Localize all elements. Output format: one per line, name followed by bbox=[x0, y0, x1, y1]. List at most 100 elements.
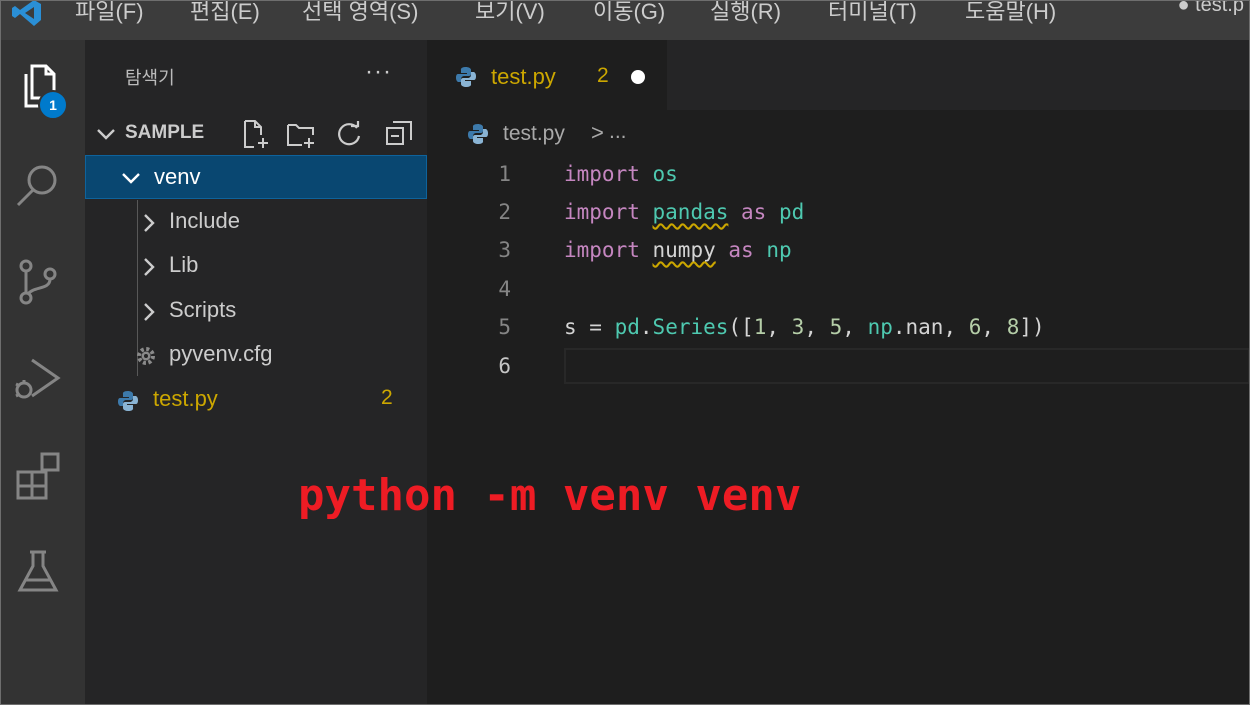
code-line: s = pd.Series([1, 3, 5, np.nan, 6, 8]) bbox=[564, 315, 1045, 339]
line-number: 1 bbox=[498, 162, 511, 186]
code-editor[interactable]: 1 2 3 4 5 6 import os import pandas as p… bbox=[427, 158, 1250, 705]
search-icon[interactable] bbox=[12, 160, 64, 212]
new-folder-icon[interactable] bbox=[285, 118, 317, 150]
code-token: ]) bbox=[1019, 315, 1045, 339]
code-token: . bbox=[639, 315, 653, 339]
code-token: import bbox=[564, 162, 640, 186]
breadcrumb-separator: > bbox=[591, 120, 604, 145]
menu-file[interactable]: 파일(F) bbox=[75, 0, 144, 26]
line-number: 4 bbox=[498, 277, 511, 301]
tree-item-label: venv bbox=[154, 164, 201, 189]
menu-terminal[interactable]: 터미널(T) bbox=[828, 0, 917, 26]
menu-view[interactable]: 보기(V) bbox=[475, 0, 545, 26]
vscode-logo-icon bbox=[12, 0, 41, 26]
breadcrumb-symbols[interactable]: ... bbox=[609, 120, 627, 144]
extensions-icon[interactable] bbox=[12, 450, 64, 502]
tab-problem-count: 2 bbox=[597, 64, 609, 87]
tree-item-label: Lib bbox=[169, 252, 199, 277]
line-number: 3 bbox=[498, 238, 511, 262]
menu-go[interactable]: 이동(G) bbox=[593, 0, 665, 26]
code-token: as bbox=[728, 238, 754, 262]
sidebar-title: 탐색기 bbox=[125, 68, 175, 88]
tab-test-py[interactable]: test.py 2 bbox=[427, 40, 667, 110]
chevron-down-icon bbox=[97, 129, 115, 140]
code-token: os bbox=[652, 162, 678, 186]
code-token: np bbox=[867, 315, 893, 339]
code-token: , bbox=[766, 315, 792, 339]
code-line: import pandas as pd bbox=[564, 200, 804, 224]
activity-bar: 1 bbox=[0, 40, 85, 705]
problem-count-badge: 2 bbox=[381, 386, 393, 409]
code-token: pd bbox=[778, 200, 805, 224]
tree-item-label: test.py bbox=[153, 386, 218, 411]
code-token: , bbox=[943, 315, 969, 339]
title-bar: 파일(F) 편집(E) 선택 영역(S) 보기(V) 이동(G) 실행(R) 터… bbox=[0, 0, 1250, 40]
chevron-down-icon bbox=[122, 173, 140, 184]
code-line: import os bbox=[564, 162, 678, 186]
code-token: np bbox=[766, 238, 792, 262]
tree-item-label: Scripts bbox=[169, 297, 237, 322]
line-number: 6 bbox=[498, 354, 511, 378]
menu-edit[interactable]: 편집(E) bbox=[190, 0, 260, 26]
chevron-right-icon bbox=[144, 303, 155, 321]
tree-item-test-py[interactable]: test.py 2 bbox=[85, 378, 427, 422]
tree-item-pyvenv-cfg[interactable]: pyvenv.cfg bbox=[85, 333, 427, 377]
menu-run[interactable]: 실행(R) bbox=[710, 0, 781, 26]
explorer-badge: 1 bbox=[38, 90, 68, 120]
tree-item-venv[interactable]: venv bbox=[85, 155, 427, 199]
code-token: numpy bbox=[652, 238, 716, 262]
python-file-icon bbox=[456, 67, 476, 87]
window-title: ● test.p bbox=[1177, 0, 1244, 16]
unsaved-dot-icon[interactable] bbox=[631, 70, 645, 84]
code-token: = bbox=[576, 315, 615, 339]
breadcrumb-file[interactable]: test.py bbox=[503, 122, 565, 146]
collapse-all-icon[interactable] bbox=[383, 118, 415, 150]
tree-item-include[interactable]: Include bbox=[85, 200, 427, 244]
python-file-icon bbox=[468, 124, 488, 144]
testing-icon[interactable] bbox=[12, 546, 64, 598]
run-debug-icon[interactable] bbox=[12, 352, 64, 404]
menu-selection[interactable]: 선택 영역(S) bbox=[302, 0, 418, 26]
code-token: 1 bbox=[753, 315, 767, 339]
code-token: 5 bbox=[829, 315, 843, 339]
code-token: Series bbox=[652, 315, 729, 339]
more-actions-button[interactable]: ··· bbox=[365, 58, 392, 86]
line-number: 2 bbox=[498, 200, 511, 224]
tree-item-label: Include bbox=[169, 208, 240, 233]
tree-item-lib[interactable]: Lib bbox=[85, 244, 427, 288]
code-token: , bbox=[842, 315, 868, 339]
code-token: pandas bbox=[652, 200, 729, 224]
refresh-icon[interactable] bbox=[333, 118, 365, 150]
workspace-name: SAMPLE bbox=[125, 122, 205, 143]
code-token: , bbox=[804, 315, 830, 339]
code-token: 3 bbox=[791, 315, 805, 339]
workspace-section-header[interactable]: SAMPLE bbox=[85, 116, 427, 152]
menu-help[interactable]: 도움말(H) bbox=[965, 0, 1056, 26]
python-file-icon bbox=[118, 391, 138, 411]
code-token: ([ bbox=[728, 315, 754, 339]
code-line: import numpy as np bbox=[564, 238, 792, 262]
tree-item-scripts[interactable]: Scripts bbox=[85, 289, 427, 333]
code-token: , bbox=[981, 315, 1007, 339]
current-line-highlight bbox=[564, 348, 1250, 384]
code-token: import bbox=[564, 238, 640, 262]
chevron-right-icon bbox=[144, 214, 155, 232]
explorer-sidebar: 탐색기 ··· SAMPLE venv Include Lib Scripts … bbox=[85, 40, 427, 705]
new-file-icon[interactable] bbox=[239, 118, 271, 150]
code-token: nan bbox=[905, 315, 944, 339]
command-annotation: python -m venv venv bbox=[298, 470, 802, 521]
code-token: . bbox=[892, 315, 906, 339]
editor-tab-bar: test.py 2 bbox=[427, 40, 1250, 110]
code-token: s bbox=[564, 315, 577, 339]
chevron-right-icon bbox=[144, 258, 155, 276]
gear-icon bbox=[137, 347, 155, 365]
tab-label: test.py bbox=[491, 64, 556, 89]
source-control-icon[interactable] bbox=[12, 256, 64, 308]
line-number: 5 bbox=[498, 315, 511, 339]
